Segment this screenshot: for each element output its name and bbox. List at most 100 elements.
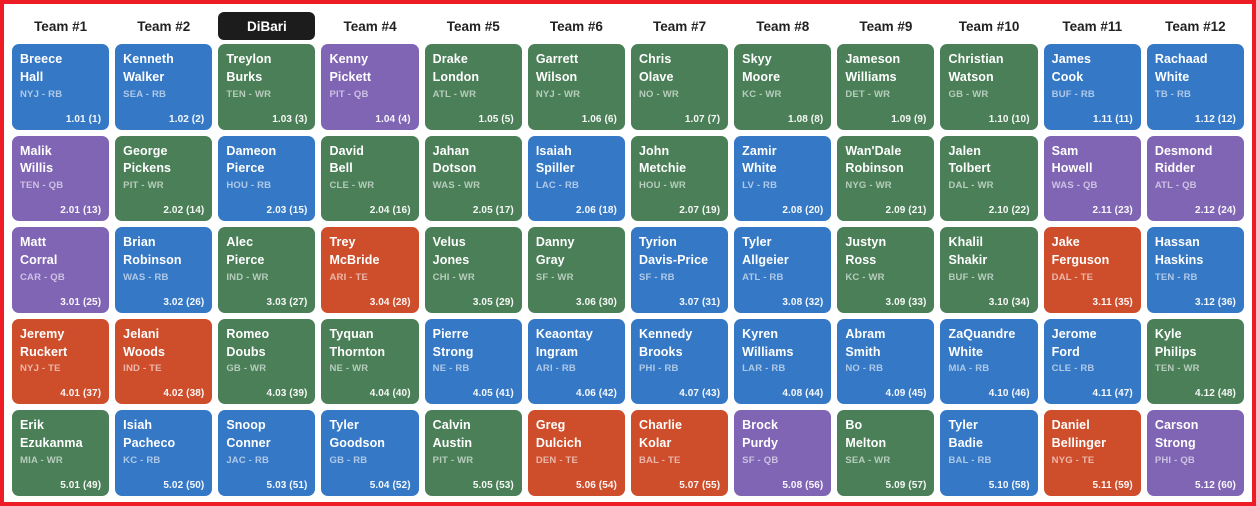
- pick-card[interactable]: John Metchie HOU - WR 2.07 (19): [630, 135, 729, 222]
- pick-card[interactable]: Pierre Strong NE - RB 4.05 (41): [424, 318, 522, 405]
- player-team-position: GB - RB: [329, 455, 410, 466]
- team-header-4[interactable]: Team #4: [321, 12, 418, 40]
- pick-card[interactable]: Skyy Moore KC - WR 1.08 (8): [734, 44, 832, 130]
- pick-card[interactable]: James Cook BUF - RB 1.11 (11): [1043, 44, 1141, 130]
- meta-separator: -: [653, 88, 663, 100]
- pick-card[interactable]: Jalen Tolbert DAL - WR 2.10 (22): [940, 135, 1038, 222]
- player-nfl-team: PHI: [638, 363, 656, 375]
- pick-card[interactable]: Trey McBride ARI - TE 3.04 (28): [321, 227, 419, 313]
- player-first-name: Christian: [948, 52, 1004, 66]
- team-header-2[interactable]: Team #2: [115, 12, 212, 40]
- team-header-7[interactable]: Team #7: [631, 12, 728, 40]
- team-header-3[interactable]: DiBari: [218, 12, 316, 40]
- player-nfl-team: BAL: [948, 454, 969, 466]
- pick-card[interactable]: Desmond Ridder ATL - QB 2.12 (24): [1146, 135, 1244, 222]
- meta-separator: -: [37, 454, 47, 466]
- pick-card[interactable]: Carson Strong PHI - QB 5.12 (60): [1146, 410, 1244, 496]
- pick-card[interactable]: Romeo Doubs GB - WR 4.03 (39): [218, 318, 316, 405]
- player-last-name: Ferguson: [1051, 252, 1110, 267]
- pick-card[interactable]: Garrett Wilson NYJ - WR 1.06 (6): [527, 44, 625, 130]
- pick-card[interactable]: Sam Howell WAS - QB 2.11 (23): [1043, 135, 1141, 222]
- pick-card[interactable]: Erik Ezukanma MIA - WR 5.01 (49): [12, 410, 110, 496]
- pick-card[interactable]: Hassan Haskins TEN - RB 3.12 (36): [1146, 227, 1244, 313]
- pick-card[interactable]: Kyren Williams LAR - RB 4.08 (44): [734, 318, 832, 405]
- pick-card[interactable]: Kyle Philips TEN - WR 4.12 (48): [1146, 318, 1244, 405]
- player-nfl-team: KC: [845, 271, 860, 283]
- pick-card[interactable]: Khalil Shakir BUF - WR 3.10 (34): [940, 227, 1038, 313]
- player-nfl-team: ARI: [535, 363, 553, 375]
- pick-card[interactable]: Zamir White LV - RB 2.08 (20): [734, 135, 832, 222]
- pick-card[interactable]: Kennedy Brooks PHI - RB 4.07 (43): [630, 318, 729, 405]
- pick-card[interactable]: Jameson Williams DET - WR 1.09 (9): [837, 44, 935, 130]
- player-position: QB: [1182, 180, 1197, 192]
- player-nfl-team: SF: [638, 271, 652, 283]
- pick-card[interactable]: Keaontay Ingram ARI - RB 4.06 (42): [527, 318, 625, 405]
- pick-card[interactable]: Alec Pierce IND - WR 3.03 (27): [218, 227, 316, 313]
- pick-card[interactable]: Tyler Badie BAL - RB 5.10 (58): [940, 410, 1038, 496]
- player-first-name: Jelani: [123, 326, 160, 341]
- pick-card[interactable]: Tyler Allgeier ATL - RB 3.08 (32): [734, 227, 832, 313]
- pick-card[interactable]: Malik Willis TEN - QB 2.01 (13): [12, 135, 110, 222]
- pick-card[interactable]: Tyrion Davis-Price SF - RB 3.07 (31): [630, 227, 729, 313]
- pick-card[interactable]: Danny Gray SF - WR 3.06 (30): [527, 227, 625, 313]
- meta-separator: -: [754, 180, 764, 192]
- pick-card[interactable]: Jelani Woods IND - TE 4.02 (38): [115, 318, 213, 405]
- pick-card[interactable]: Wan'Dale Robinson NYG - WR 2.09 (21): [837, 135, 935, 222]
- pick-card[interactable]: Calvin Austin PIT - WR 5.05 (53): [424, 410, 522, 496]
- pick-card[interactable]: Snoop Conner JAC - RB 5.03 (51): [218, 410, 316, 496]
- team-header-5[interactable]: Team #5: [425, 12, 522, 40]
- pick-card[interactable]: Kenneth Walker SEA - RB 1.02 (2): [115, 44, 213, 130]
- pick-card[interactable]: Isiah Pacheco KC - RB 5.02 (50): [115, 410, 213, 496]
- team-header-10[interactable]: Team #10: [940, 12, 1037, 40]
- pick-card[interactable]: Justyn Ross KC - WR 3.09 (33): [837, 227, 935, 313]
- pick-number: 3.08 (32): [782, 297, 823, 308]
- player-position: WR: [873, 88, 891, 100]
- pick-card[interactable]: Breece Hall NYJ - RB 1.01 (1): [12, 44, 110, 130]
- pick-overall: (34): [1011, 296, 1030, 308]
- team-header-6[interactable]: Team #6: [528, 12, 625, 40]
- team-header-8[interactable]: Team #8: [734, 12, 831, 40]
- team-header-9[interactable]: Team #9: [837, 12, 934, 40]
- pick-card[interactable]: Jahan Dotson WAS - WR 2.05 (17): [424, 135, 522, 222]
- pick-card[interactable]: Jeremy Ruckert NYJ - TE 4.01 (37): [12, 318, 110, 405]
- pick-card[interactable]: Drake London ATL - WR 1.05 (5): [424, 44, 522, 130]
- pick-overall: (7): [707, 113, 721, 125]
- pick-card[interactable]: Isaiah Spiller LAC - RB 2.06 (18): [527, 135, 625, 222]
- pick-card[interactable]: Treylon Burks TEN - WR 1.03 (3): [218, 44, 316, 130]
- pick-card[interactable]: Chris Olave NO - WR 1.07 (7): [630, 44, 729, 130]
- pick-card[interactable]: Tyler Goodson GB - RB 5.04 (52): [321, 410, 419, 496]
- player-team-position: ATL - RB: [742, 272, 823, 283]
- pick-card[interactable]: George Pickens PIT - WR 2.02 (14): [115, 135, 213, 222]
- pick-card[interactable]: Brian Robinson WAS - RB 3.02 (26): [115, 227, 213, 313]
- pick-slot: 5.03: [266, 479, 287, 491]
- pick-slot: 1.05: [478, 113, 499, 125]
- pick-number: 3.12 (36): [1195, 297, 1236, 308]
- pick-card[interactable]: Christian Watson GB - WR 1.10 (10): [940, 44, 1038, 130]
- pick-number: 5.08 (56): [782, 480, 823, 491]
- team-header-11[interactable]: Team #11: [1044, 12, 1141, 40]
- pick-card[interactable]: Greg Dulcich DEN - TE 5.06 (54): [527, 410, 625, 496]
- team-header-12[interactable]: Team #12: [1147, 12, 1244, 40]
- pick-card[interactable]: ZaQuandre White MIA - RB 4.10 (46): [940, 318, 1038, 405]
- pick-card[interactable]: Abram Smith NO - RB 4.09 (45): [837, 318, 935, 405]
- pick-card[interactable]: Velus Jones CHI - WR 3.05 (29): [424, 227, 522, 313]
- pick-slot: 2.08: [782, 205, 803, 217]
- pick-card[interactable]: Jerome Ford CLE - RB 4.11 (47): [1043, 318, 1141, 405]
- pick-card[interactable]: Kenny Pickett PIT - QB 1.04 (4): [321, 44, 419, 130]
- pick-card[interactable]: Tyquan Thornton NE - WR 4.04 (40): [321, 318, 419, 405]
- pick-number: 4.01 (37): [60, 388, 101, 399]
- pick-card[interactable]: Dameon Pierce HOU - RB 2.03 (15): [218, 135, 316, 222]
- pick-card[interactable]: Charlie Kolar BAL - TE 5.07 (55): [630, 410, 729, 496]
- pick-number: 5.03 (51): [267, 480, 308, 491]
- pick-card[interactable]: Matt Corral CAR - QB 3.01 (25): [12, 227, 110, 313]
- player-first-name: Drake: [432, 52, 468, 66]
- pick-card[interactable]: Daniel Bellinger NYG - TE 5.11 (59): [1043, 410, 1141, 496]
- pick-overall: (15): [289, 205, 308, 217]
- pick-card[interactable]: Rachaad White TB - RB 1.12 (12): [1146, 44, 1244, 130]
- player-position: WR: [252, 271, 269, 283]
- team-header-1[interactable]: Team #1: [12, 12, 109, 40]
- pick-card[interactable]: Jake Ferguson DAL - TE 3.11 (35): [1043, 227, 1141, 313]
- pick-card[interactable]: David Bell CLE - WR 2.04 (16): [321, 135, 419, 222]
- pick-card[interactable]: Bo Melton SEA - WR 5.09 (57): [837, 410, 935, 496]
- pick-card[interactable]: Brock Purdy SF - QB 5.08 (56): [734, 410, 832, 496]
